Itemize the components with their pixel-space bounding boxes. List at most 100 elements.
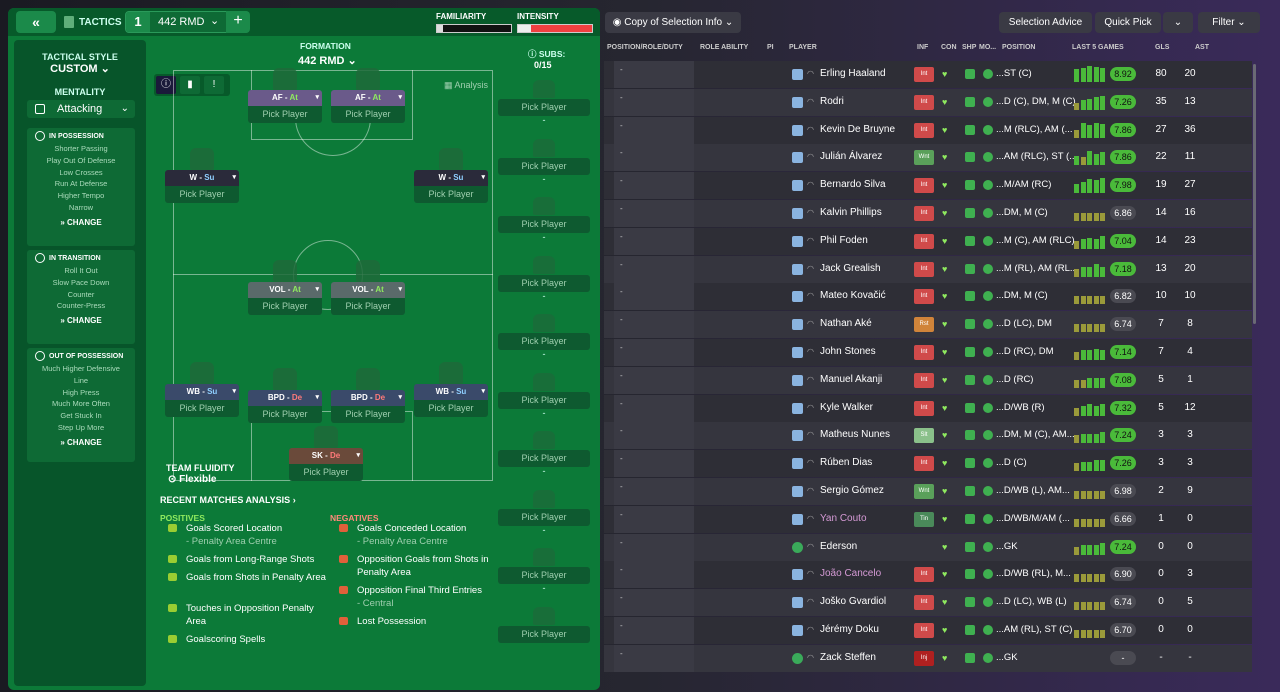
formation-slot[interactable]: W - Su ▾ Pick Player [165, 148, 239, 203]
table-row[interactable]: - ◠ Mateo Kovačić Int ♥ ...DM, M (C) 6.82 10 10 [604, 283, 1252, 311]
position-role-cell[interactable] [614, 366, 694, 394]
player-name[interactable]: Matheus Nunes [820, 429, 890, 440]
table-row[interactable]: - ◠ Joško Gvardiol Int ♥ ...D (LC), WB (L) 6.7… [604, 589, 1252, 617]
table-scrollbar[interactable] [1253, 64, 1256, 324]
role-selector[interactable]: AF - At ▾ [248, 90, 322, 106]
table-row[interactable]: - ◠ Manuel Akanji Int ♥ ...D (RC) 7.08 5 1 [604, 366, 1252, 395]
pick-player-button[interactable]: Pick Player [498, 567, 590, 584]
formation-slot[interactable]: SK - De ▾ Pick Player [289, 426, 363, 481]
role-selector[interactable]: VOL - At ▾ [248, 282, 322, 298]
sub-slot[interactable]: Pick Player - [498, 431, 590, 476]
tactical-style-value[interactable]: CUSTOM ⌄ [14, 62, 146, 75]
role-selector[interactable]: W - Su ▾ [165, 170, 239, 186]
sub-slot[interactable]: Pick Player - [498, 255, 590, 300]
in-transition-card[interactable]: IN TRANSITION Roll It Out Slow Pace Down C… [27, 250, 135, 344]
position-role-cell[interactable] [614, 227, 694, 255]
formation-slot[interactable]: W - Su ▾ Pick Player [414, 148, 488, 203]
position-role-cell[interactable] [614, 478, 694, 505]
pick-player-button[interactable]: Pick Player [248, 298, 322, 315]
pick-player-button[interactable]: Pick Player [331, 298, 405, 315]
pick-player-button[interactable]: Pick Player [498, 391, 590, 409]
player-name[interactable]: Kalvin Phillips [820, 207, 882, 218]
player-name[interactable]: Julián Álvarez [820, 151, 882, 162]
table-row[interactable]: - ◠ Yan Couto Tin ♥ ...D/WB/M/AM (... 6.66 1 0 [604, 505, 1252, 534]
player-name[interactable]: Phil Foden [820, 235, 868, 246]
out-of-possession-change-button[interactable]: » CHANGE [27, 438, 135, 447]
familiarity-bar[interactable] [436, 24, 512, 33]
pick-player-button[interactable]: Pick Player [248, 106, 322, 123]
position-role-cell[interactable] [614, 311, 694, 339]
pick-player-button[interactable]: Pick Player [498, 99, 590, 116]
role-selector[interactable]: BPD - De ▾ [248, 390, 322, 406]
position-role-cell[interactable] [614, 450, 694, 478]
table-row[interactable]: - ◠ Julián Álvarez Wnt ♥ ...AM (RLC), ST (...… [604, 144, 1252, 172]
column-header[interactable]: AST [1195, 44, 1209, 51]
sub-slot[interactable]: Pick Player - [498, 548, 590, 593]
table-row[interactable]: - ◠ Rodri Int ♥ ...D (C), DM, M (C) 7.26 35 13 [604, 88, 1252, 117]
sub-slot[interactable]: Pick Player - [498, 489, 590, 534]
pick-player-button[interactable]: Pick Player [248, 406, 322, 423]
table-row[interactable]: - ◠ Jérémy Doku Int ♥ ...AM (RL), ST (C) 6.70 0… [604, 617, 1252, 645]
position-role-cell[interactable] [614, 394, 694, 422]
pick-player-button[interactable]: Pick Player [498, 450, 590, 467]
player-name[interactable]: Joško Gvardiol [820, 596, 886, 607]
player-name[interactable]: Rodri [820, 96, 844, 107]
player-name[interactable]: John Stones [820, 346, 876, 357]
position-role-cell[interactable] [614, 422, 694, 450]
pick-player-button[interactable]: Pick Player [498, 157, 590, 175]
table-row[interactable]: - ◠ Zack Steffen Inj ♥ ...GK - - - [604, 644, 1252, 673]
role-selector[interactable]: SK - De ▾ [289, 448, 363, 464]
pick-player-button[interactable]: Pick Player [331, 406, 405, 423]
role-selector[interactable]: WB - Su ▾ [414, 384, 488, 400]
quick-pick-button[interactable]: Quick Pick [1095, 12, 1161, 33]
formation-slot[interactable]: VOL - At ▾ Pick Player [331, 260, 405, 315]
column-header[interactable]: PLAYER [789, 44, 817, 51]
role-selector[interactable]: VOL - At ▾ [331, 282, 405, 298]
out-of-possession-card[interactable]: OUT OF POSSESSION Much Higher Defensive L… [27, 348, 135, 462]
table-row[interactable]: - ◠ João Cancelo Int ♥ ...D/WB (RL), M... 6.90… [604, 561, 1252, 589]
player-name[interactable]: Kyle Walker [820, 402, 873, 413]
pick-player-button[interactable]: Pick Player [165, 400, 239, 417]
column-header[interactable]: CON [941, 44, 957, 51]
selection-advice-button[interactable]: Selection Advice [999, 12, 1092, 33]
formation-slot[interactable]: VOL - At ▾ Pick Player [248, 260, 322, 315]
player-name[interactable]: Nathan Aké [820, 318, 872, 329]
player-name[interactable]: João Cancelo [820, 568, 881, 579]
formation-slot[interactable]: BPD - De ▾ Pick Player [248, 368, 322, 423]
in-possession-change-button[interactable]: » CHANGE [27, 218, 135, 227]
table-row[interactable]: - ◠ Rúben Dias Int ♥ ...D (C) 7.26 3 3 [604, 450, 1252, 478]
position-role-cell[interactable] [614, 88, 694, 116]
table-row[interactable]: - ◠ Nathan Aké Rst ♥ ...D (LC), DM 6.74 7 8 [604, 311, 1252, 339]
position-role-cell[interactable] [614, 116, 694, 144]
position-role-cell[interactable] [614, 200, 694, 227]
role-selector[interactable]: BPD - De ▾ [331, 390, 405, 406]
position-role-cell[interactable] [614, 61, 694, 88]
player-name[interactable]: Jérémy Doku [820, 624, 879, 635]
role-selector[interactable]: W - Su ▾ [414, 170, 488, 186]
player-name[interactable]: Jack Grealish [820, 263, 881, 274]
player-name[interactable]: Manuel Akanji [820, 374, 882, 385]
table-row[interactable]: - ◠ John Stones Int ♥ ...D (RC), DM 7.14 7 4 [604, 339, 1252, 367]
position-role-cell[interactable] [614, 283, 694, 311]
column-header[interactable]: MO... [979, 44, 996, 51]
role-selector[interactable]: AF - At ▾ [331, 90, 405, 106]
position-role-cell[interactable] [614, 561, 694, 589]
pick-player-button[interactable]: Pick Player [498, 625, 590, 643]
table-row[interactable]: - ◠ Sergio Gómez Wnt ♥ ...D/WB (L), AM... 6.98… [604, 478, 1252, 506]
player-name[interactable]: Rúben Dias [820, 457, 872, 468]
sub-slot[interactable]: Pick Player [498, 606, 590, 647]
add-tactic-button[interactable]: + [226, 11, 250, 33]
column-header[interactable]: PI [767, 44, 774, 51]
formation-slot[interactable]: AF - At ▾ Pick Player [331, 68, 405, 123]
pick-player-button[interactable]: Pick Player [498, 508, 590, 526]
player-name[interactable]: Erling Haaland [820, 68, 886, 79]
position-role-cell[interactable] [614, 339, 694, 366]
column-header[interactable]: GLS [1155, 44, 1169, 51]
formation-slot[interactable]: BPD - De ▾ Pick Player [331, 368, 405, 423]
sub-slot[interactable]: Pick Player - [498, 372, 590, 417]
formation-dropdown[interactable]: 442 RMD ⌄ [298, 54, 357, 67]
table-row[interactable]: - ◠ Phil Foden Int ♥ ...M (C), AM (RLC) 7.04 14… [604, 227, 1252, 256]
position-role-cell[interactable] [614, 644, 694, 672]
table-row[interactable]: - ◠ Kalvin Phillips Int ♥ ...DM, M (C) 6.86 14 1… [604, 200, 1252, 228]
tactics-tab[interactable]: TACTICS [64, 11, 122, 33]
